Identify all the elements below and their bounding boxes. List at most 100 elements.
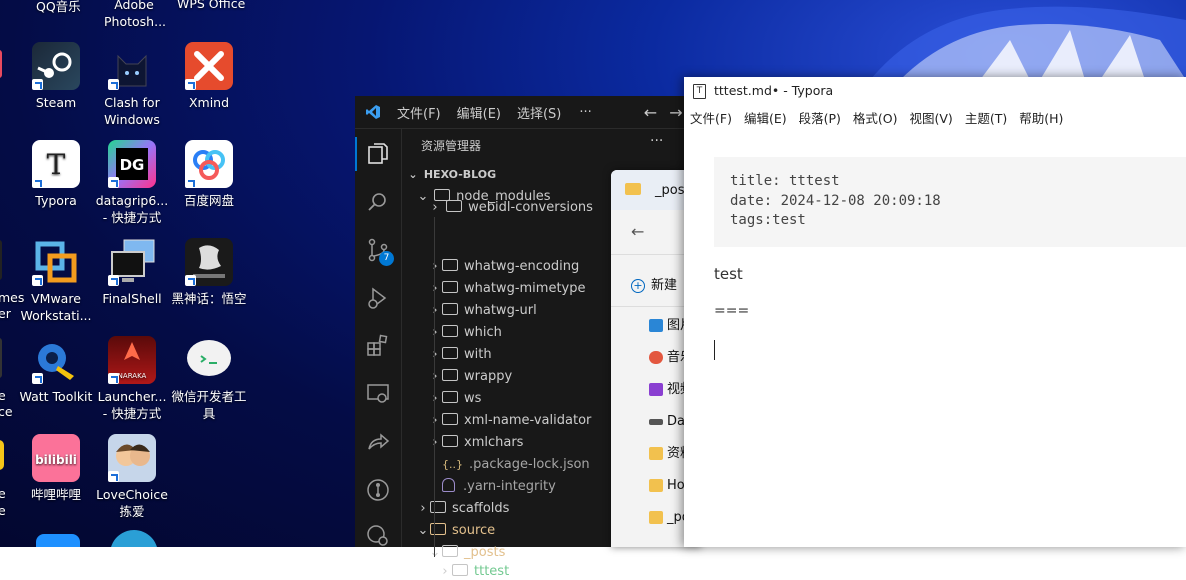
paragraph-equals[interactable]: === <box>714 303 749 319</box>
folder-icon <box>442 347 458 359</box>
vmware-icon <box>32 238 80 286</box>
music-icon <box>649 351 663 364</box>
desktop-icon-typora[interactable]: T Typora <box>18 140 94 209</box>
menu-more[interactable]: ··· <box>579 105 591 120</box>
yarn-file-icon <box>442 478 455 492</box>
desktop-icon-launcher[interactable]: NARAKA Launcher... - 快捷方式 <box>94 336 170 422</box>
tree-item[interactable]: › whatwg-encoding <box>428 256 579 278</box>
menu-selection[interactable]: 选择(S) <box>517 103 561 122</box>
menu-file[interactable]: 文件(F) <box>397 103 441 122</box>
left-fragment-3: e <box>0 388 6 403</box>
desktop-icon-finalshell[interactable]: FinalShell <box>94 238 170 307</box>
tree-item[interactable]: › whatwg-url <box>428 300 537 322</box>
tree-item-package-lock[interactable]: {..} .package-lock.json <box>442 454 590 476</box>
tree-item-label: webidl-conversions <box>468 200 593 215</box>
tree-item-scaffolds[interactable]: › scaffolds <box>416 498 509 520</box>
desktop-icon-clash[interactable]: Clash for Windows <box>94 42 170 128</box>
window-title: tttest.md• - Typora <box>714 83 834 98</box>
search-icon[interactable] <box>365 189 391 215</box>
menu-edit[interactable]: 编辑(E) <box>744 108 787 127</box>
typora-window[interactable]: T tttest.md• - Typora 文件(F) 编辑(E) 段落(P) … <box>684 77 1186 547</box>
videos-icon <box>649 383 663 396</box>
folder-icon <box>442 369 458 381</box>
desktop-icon-label: Watt Toolkit <box>19 389 93 404</box>
menu-theme[interactable]: 主题(T) <box>965 108 1007 127</box>
tree-item-tttest[interactable]: › tttest <box>438 564 509 580</box>
activity-bar: 7 <box>355 129 402 547</box>
desktop-label-wps[interactable]: WPS Office <box>177 0 245 11</box>
desktop-label-qqmusic[interactable]: QQ音乐 <box>36 0 81 15</box>
folder-icon <box>442 303 458 315</box>
desktop-icon-watt[interactable]: Watt Toolkit <box>18 336 94 405</box>
menu-format[interactable]: 格式(O) <box>853 108 898 127</box>
extensions-icon[interactable] <box>365 333 391 359</box>
partial-desktop-icon-1[interactable] <box>36 534 80 547</box>
front-matter-line: date: 2024-12-08 20:09:18 <box>730 193 941 209</box>
typora-titlebar: T tttest.md• - Typora <box>684 77 1186 105</box>
nav-item-label: Da <box>667 414 685 429</box>
tree-item-yarn-integrity[interactable]: .yarn-integrity <box>442 476 556 498</box>
desktop-icon-bilibili[interactable]: bilibili 哔哩哔哩 <box>18 434 94 503</box>
front-matter-line: title: tttest <box>730 173 840 189</box>
partial-desktop-icon-2[interactable] <box>110 530 158 547</box>
typora-icon: T <box>32 140 80 188</box>
tree-item-source[interactable]: ⌄ source <box>416 520 495 542</box>
tree-item[interactable]: › wrappy <box>428 366 512 388</box>
workspace-header[interactable]: ⌄ HEXO-BLOG <box>406 164 496 186</box>
chevron-right-icon: › <box>428 322 442 344</box>
desktop-icon-xmind[interactable]: Xmind <box>171 42 247 111</box>
menu-file[interactable]: 文件(F) <box>690 108 732 127</box>
front-matter-block[interactable]: title: tttest date: 2024-12-08 20:09:18 … <box>714 157 1186 247</box>
workspace-name: HEXO-BLOG <box>423 168 497 181</box>
new-button[interactable]: + 新建 <box>631 274 677 293</box>
folder-icon <box>649 447 663 460</box>
desktop-icon-lovechoice[interactable]: LoveChoice 拣爱 <box>94 434 170 520</box>
timeline-icon[interactable] <box>365 523 391 549</box>
tree-item-posts[interactable]: ⌄ _posts <box>428 542 505 564</box>
chevron-right-icon: › <box>428 278 442 300</box>
remote-explorer-icon[interactable] <box>365 381 391 407</box>
tree-item-label: tttest <box>474 564 510 579</box>
tree-item-webidl[interactable]: › webidl-conversions <box>428 200 593 214</box>
menu-help[interactable]: 帮助(H) <box>1019 108 1063 127</box>
back-arrow-icon[interactable]: ← <box>644 103 657 122</box>
source-control-icon[interactable]: 7 <box>365 237 394 266</box>
nav-item-data-drive[interactable]: Da <box>649 412 685 432</box>
menu-view[interactable]: 视图(V) <box>910 108 953 127</box>
forward-arrow-icon[interactable]: → <box>669 103 682 122</box>
tree-item-label: ws <box>464 391 482 406</box>
nav-item-folder[interactable]: Ho <box>649 476 685 496</box>
plus-icon: + <box>631 279 645 293</box>
chevron-right-icon: › <box>432 200 438 215</box>
desktop-label-photoshop[interactable]: Adobe Photosh... <box>104 0 166 30</box>
desktop-icon-vmware[interactable]: VMware Workstati... <box>18 238 94 324</box>
menu-paragraph[interactable]: 段落(P) <box>799 108 841 127</box>
desktop-icon-datagrip[interactable]: DG datagrip6... - 快捷方式 <box>94 140 170 226</box>
partial-icon-left-2 <box>0 240 2 280</box>
tree-item-label: xmlchars <box>464 435 524 450</box>
tree-item[interactable]: › xml-name-validator <box>428 410 591 432</box>
front-matter-line: tags:test <box>730 212 806 228</box>
desktop-icon-baidu[interactable]: 百度网盘 <box>171 140 247 209</box>
tree-item-label: wrappy <box>464 369 513 384</box>
explorer-files-icon[interactable] <box>365 141 391 167</box>
tree-item[interactable]: › whatwg-mimetype <box>428 278 586 300</box>
back-arrow-icon[interactable]: ← <box>631 222 644 241</box>
drive-icon <box>649 419 663 425</box>
tree-item[interactable]: › which <box>428 322 502 344</box>
live-share-icon[interactable] <box>365 429 391 455</box>
tree-item[interactable]: › xmlchars <box>428 432 523 454</box>
menu-edit[interactable]: 编辑(E) <box>457 103 501 122</box>
explorer-more-button[interactable]: ··· <box>650 133 663 149</box>
desktop-icon-wukong[interactable]: 黑神话：悟空 <box>171 238 247 307</box>
git-graph-icon[interactable] <box>365 477 391 503</box>
tree-item[interactable]: › ws <box>428 388 481 410</box>
steam-icon <box>32 42 80 90</box>
desktop-icon-wechat-devtools[interactable]: 微信开发者工具 <box>171 336 247 422</box>
left-fragment-4: ce <box>0 404 13 419</box>
paragraph-text[interactable]: test <box>714 265 743 283</box>
wallpaper-art <box>870 6 1186 80</box>
run-debug-icon[interactable] <box>365 285 391 311</box>
desktop-icon-steam[interactable]: Steam <box>18 42 94 111</box>
tree-item[interactable]: › with <box>428 344 492 366</box>
